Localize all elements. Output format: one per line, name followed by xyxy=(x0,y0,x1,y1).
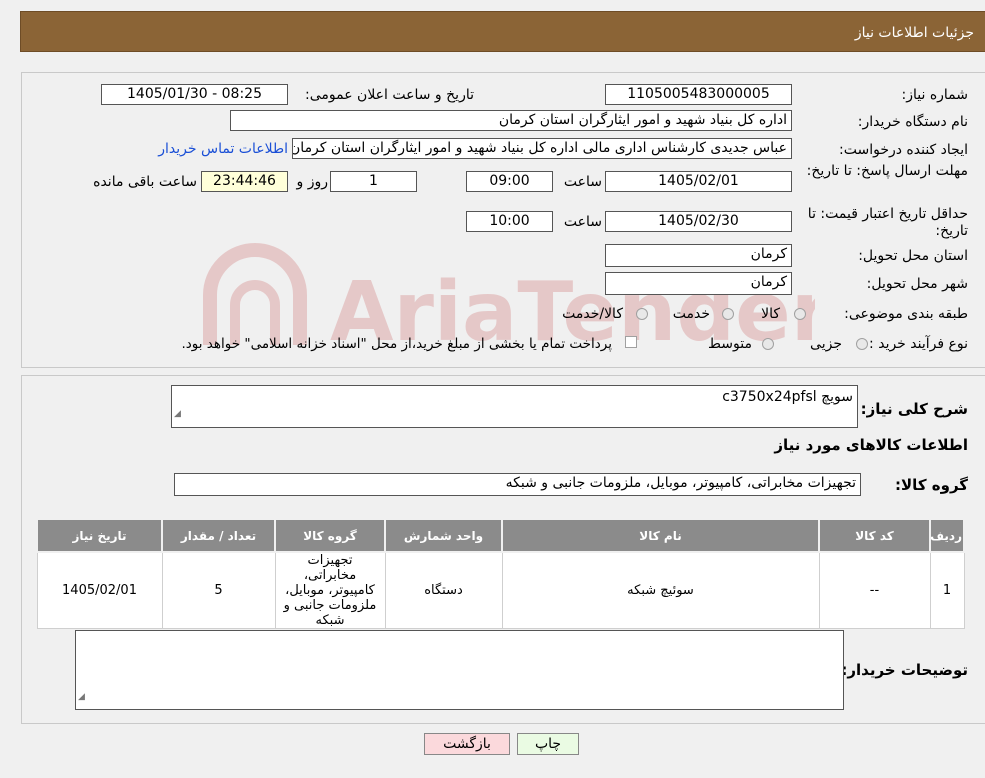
city-field: کرمان xyxy=(605,272,792,295)
requester-label: ایجاد کننده درخواست: xyxy=(839,142,968,158)
cell-item-name: سوئیچ شبکه xyxy=(501,551,820,629)
col-header-row-number: ردیف xyxy=(929,518,965,553)
cell-item-code: -- xyxy=(818,551,931,629)
category-radio-service[interactable] xyxy=(722,308,734,320)
province-label: استان محل تحویل: xyxy=(858,248,968,264)
city-label: شهر محل تحویل: xyxy=(866,276,968,292)
days-field: 1 xyxy=(330,171,417,192)
process-label: نوع فرآیند خرید : xyxy=(869,336,968,352)
col-header-item-name: نام کالا xyxy=(501,518,820,553)
col-header-unit: واحد شمارش xyxy=(384,518,503,553)
remaining-time-field: 23:44:46 xyxy=(201,171,288,192)
goods-info-title: اطلاعات کالاهای مورد نیاز xyxy=(774,436,968,454)
deadline-time-field: 09:00 xyxy=(466,171,553,192)
payment-note: پرداخت تمام یا بخشی از مبلغ خرید،از محل … xyxy=(181,336,612,352)
buyer-org-label: نام دستگاه خریدار: xyxy=(857,114,968,130)
process-radio-medium[interactable] xyxy=(762,338,774,350)
deadline-date-field: 1405/02/01 xyxy=(605,171,792,192)
requester-field: عباس جدیدی کارشناس اداری مالی اداره کل ب… xyxy=(292,138,792,159)
validity-time-field: 10:00 xyxy=(466,211,553,232)
desc-textarea[interactable]: سویچ c3750x24pfsl ◢ xyxy=(171,385,858,428)
resize-grip-icon[interactable]: ◢ xyxy=(174,403,181,425)
deadline-time-label: ساعت xyxy=(563,174,602,190)
cell-quantity: 5 xyxy=(161,551,276,629)
group-label: گروه کالا: xyxy=(895,476,968,494)
buyer-org-field: اداره کل بنیاد شهید و امور ایثارگران است… xyxy=(230,110,792,131)
validity-time-label: ساعت xyxy=(563,214,602,230)
table-header-row: ردیف کد کالا نام کالا واحد شمارش گروه کا… xyxy=(36,518,965,553)
process-option-medium: متوسط xyxy=(708,336,752,352)
announce-label: تاریخ و ساعت اعلان عمومی: xyxy=(305,87,474,103)
process-option-small: جزیی xyxy=(810,336,842,352)
desc-value: سویچ c3750x24pfsl xyxy=(722,389,853,405)
col-header-quantity: تعداد / مقدار xyxy=(161,518,276,553)
category-radio-goods[interactable] xyxy=(794,308,806,320)
remaining-label: ساعت باقی مانده xyxy=(93,174,197,190)
back-button[interactable]: بازگشت xyxy=(424,733,510,755)
cell-row-number: 1 xyxy=(929,551,965,629)
page-header: جزئیات اطلاعات نیاز xyxy=(20,11,985,52)
col-header-item-code: کد کالا xyxy=(818,518,931,553)
process-radio-small[interactable] xyxy=(856,338,868,350)
resize-grip-icon[interactable]: ◢ xyxy=(78,688,85,707)
col-header-group: گروه کالا xyxy=(274,518,386,553)
category-radio-both[interactable] xyxy=(636,308,648,320)
buyer-contact-link[interactable]: اطلاعات تماس خریدار xyxy=(155,141,288,157)
category-option-goods: کالا xyxy=(761,306,780,322)
treasury-checkbox[interactable] xyxy=(625,336,637,348)
col-header-need-date: تاریخ نیاز xyxy=(36,518,163,553)
province-field: کرمان xyxy=(605,244,792,267)
category-option-both: کالا/خدمت xyxy=(562,306,623,322)
cell-unit: دستگاه xyxy=(384,551,503,629)
group-field: تجهیزات مخابراتی، کامپیوتر، موبایل، ملزو… xyxy=(174,473,861,496)
days-label: روز و xyxy=(296,174,329,190)
print-button[interactable]: چاپ xyxy=(517,733,579,755)
cell-group: تجهیزات مخابراتی، کامپیوتر، موبایل، ملزو… xyxy=(274,551,386,629)
announce-field: 1405/01/30 - 08:25 xyxy=(101,84,288,105)
goods-table: ردیف کد کالا نام کالا واحد شمارش گروه کا… xyxy=(36,518,965,629)
need-number-label: شماره نیاز: xyxy=(901,87,969,103)
category-option-service: خدمت xyxy=(672,306,710,322)
page-title: جزئیات اطلاعات نیاز xyxy=(854,25,974,41)
validity-label: حداقل تاریخ اعتبار قیمت: تا تاریخ: xyxy=(807,206,968,239)
desc-label: شرح کلی نیاز: xyxy=(860,400,968,418)
cell-need-date: 1405/02/01 xyxy=(36,551,163,629)
category-label: طبقه بندی موضوعی: xyxy=(844,306,968,322)
validity-date-field: 1405/02/30 xyxy=(605,211,792,232)
buyer-notes-label: توضیحات خریدار: xyxy=(841,661,968,679)
table-row: 1 -- سوئیچ شبکه دستگاه تجهیزات مخابراتی،… xyxy=(36,551,965,629)
deadline-label: مهلت ارسال پاسخ: تا تاریخ: xyxy=(806,163,968,179)
need-number-field: 1105005483000005 xyxy=(605,84,792,105)
buyer-notes-textarea[interactable]: ◢ xyxy=(75,630,844,710)
